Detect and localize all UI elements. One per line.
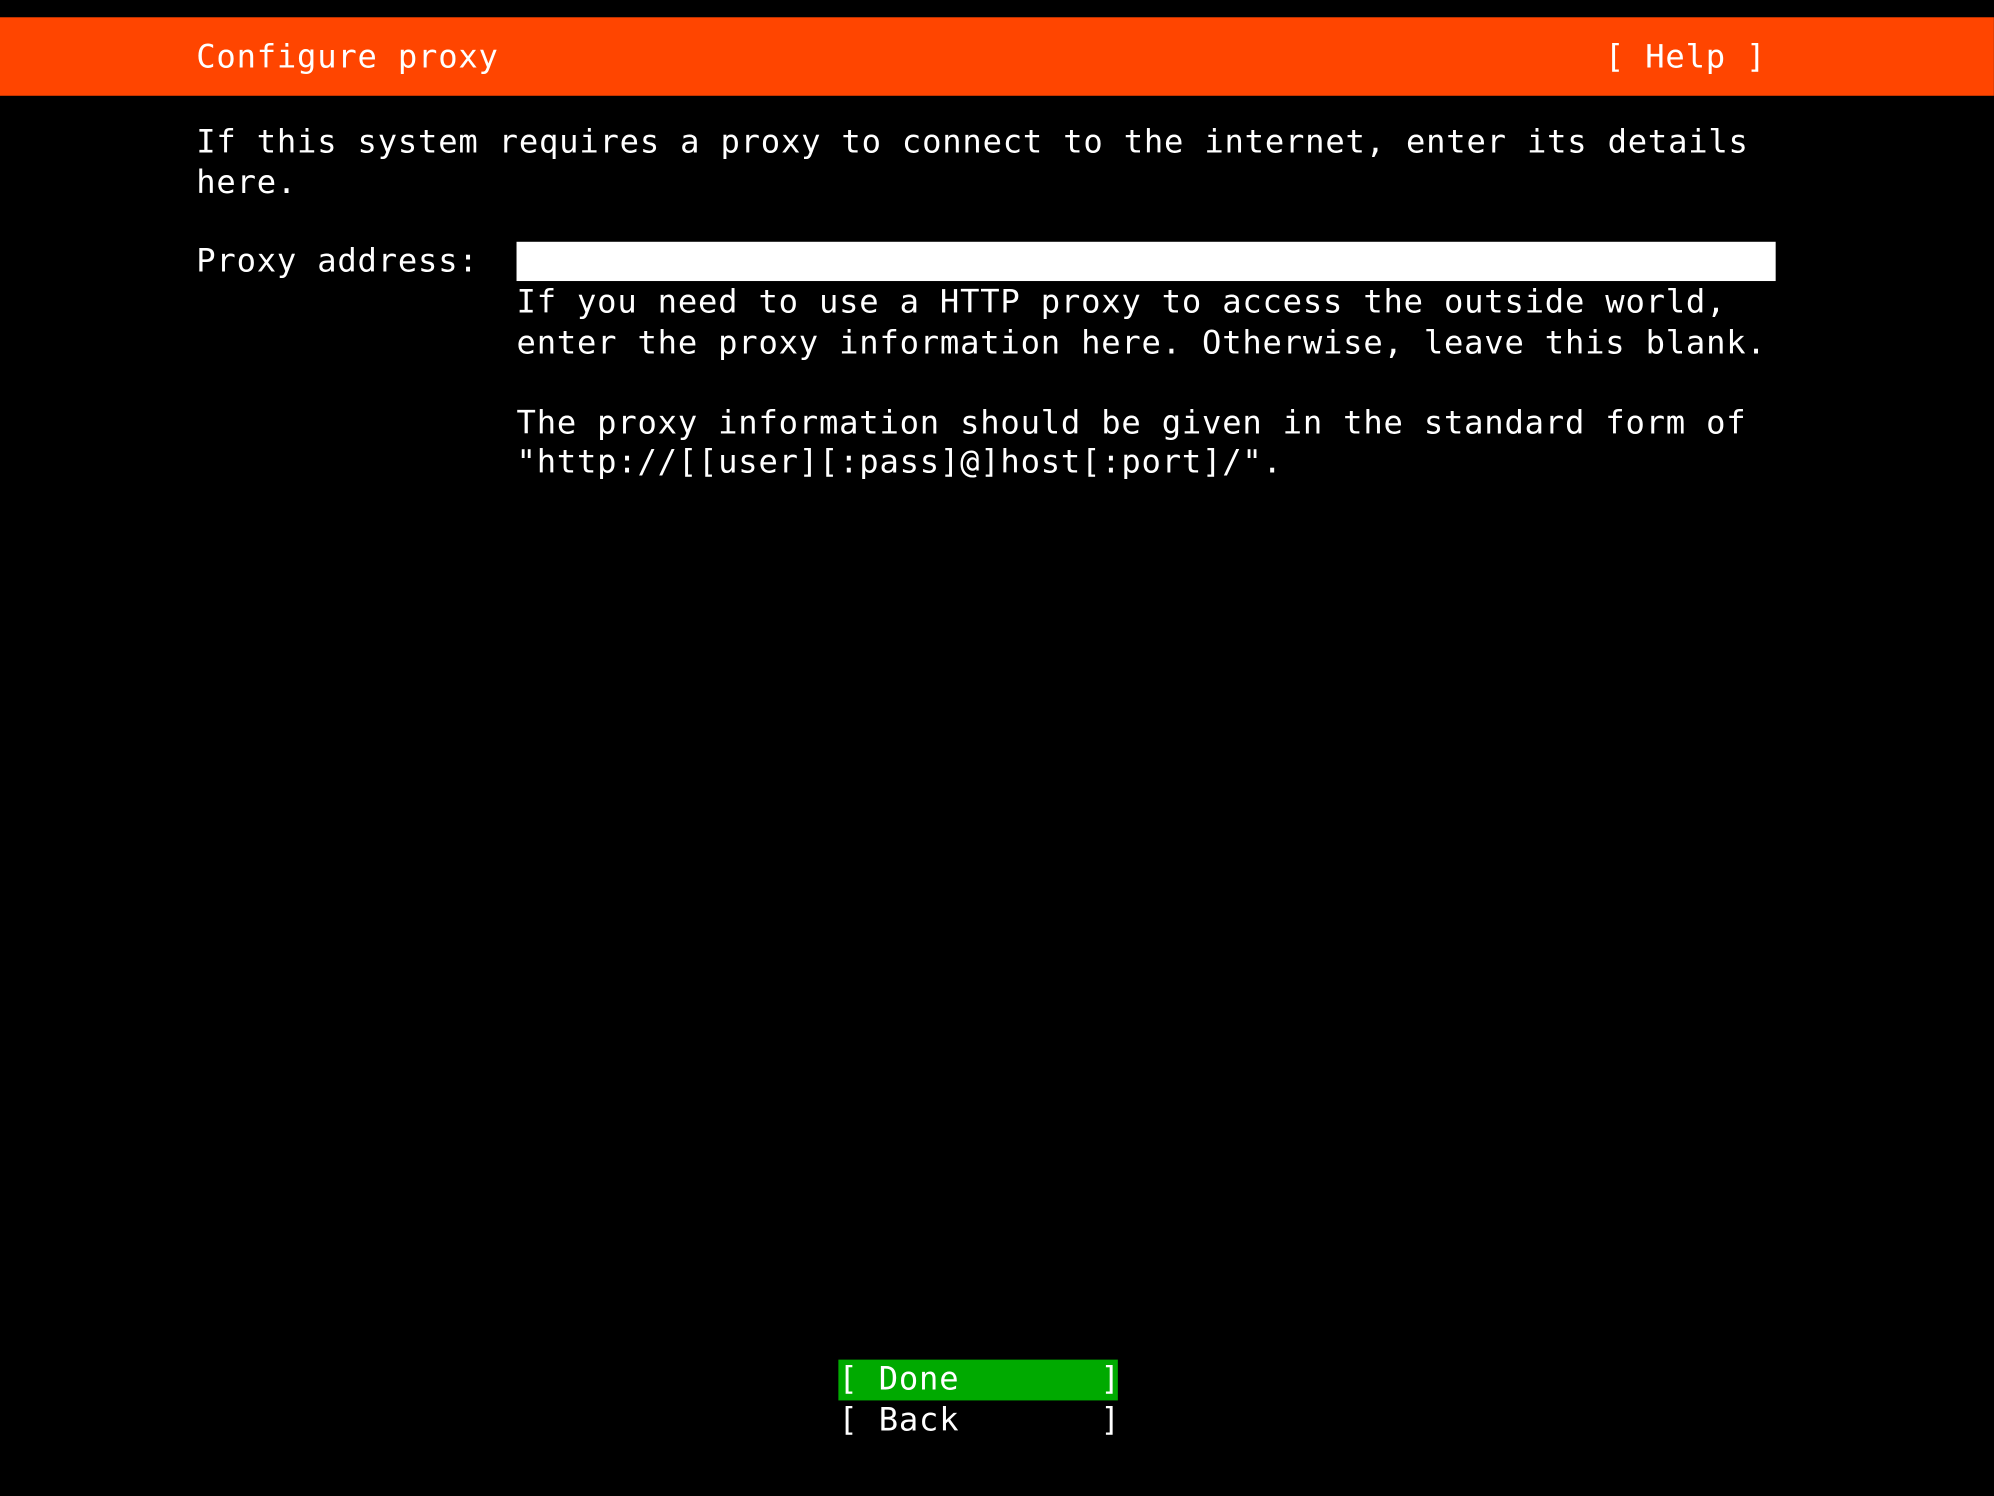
header-bar: Configure proxy [ Help ] [0, 17, 1994, 96]
page-title: Configure proxy [196, 38, 498, 76]
proxy-field-column: If you need to use a HTTP proxy to acces… [517, 242, 1776, 483]
proxy-help-text-1: If you need to use a HTTP proxy to acces… [517, 283, 1776, 363]
content-area: If this system requires a proxy to conne… [0, 96, 1994, 483]
help-button[interactable]: [ Help ] [1605, 38, 1766, 76]
button-group: [ Done ] [ Back ] [838, 1360, 1117, 1442]
back-button[interactable]: [ Back ] [838, 1400, 1117, 1441]
proxy-help-text-2: The proxy information should be given in… [517, 403, 1776, 483]
proxy-form-row: Proxy address: If you need to use a HTTP… [196, 242, 1994, 483]
done-button[interactable]: [ Done ] [838, 1360, 1117, 1401]
top-black-bar [0, 0, 1994, 17]
description-text: If this system requires a proxy to conne… [196, 122, 1782, 202]
proxy-address-label: Proxy address: [196, 242, 516, 282]
proxy-address-input[interactable] [517, 242, 1776, 281]
